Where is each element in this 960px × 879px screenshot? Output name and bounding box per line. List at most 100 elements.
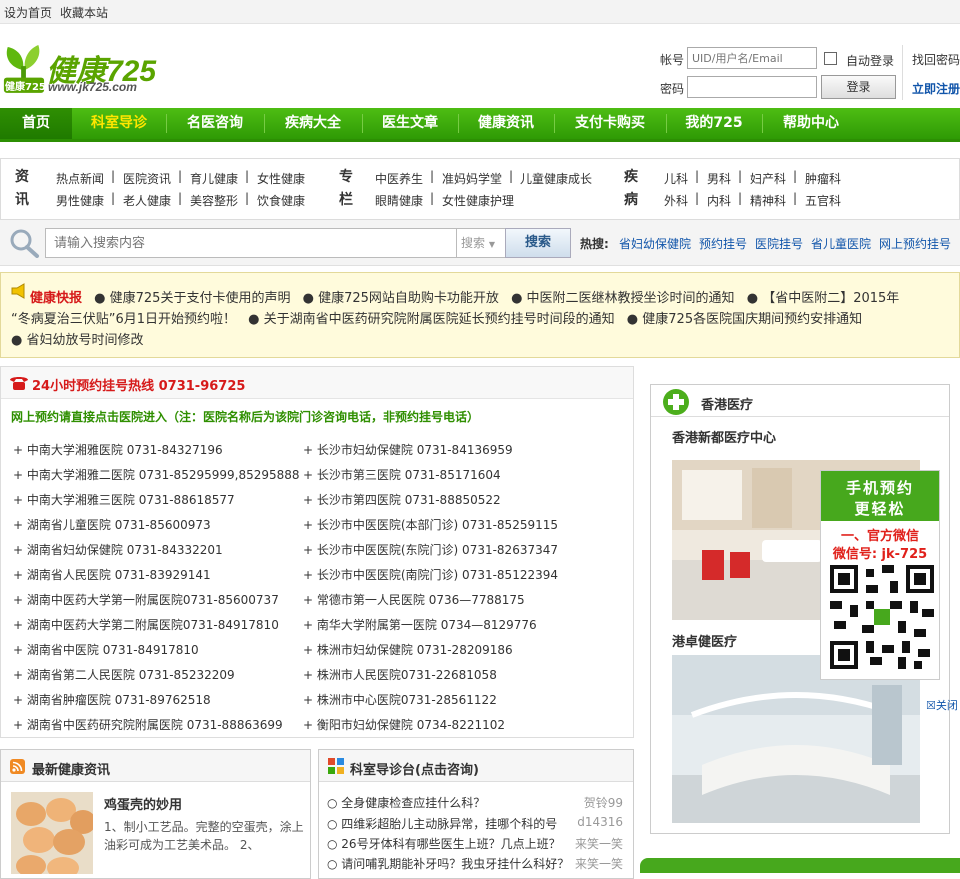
hospital-link[interactable]: + 湖南省中医药研究院附属医院 0731-88863699: [13, 716, 283, 733]
triage-user[interactable]: d14316: [577, 815, 623, 829]
news-item[interactable]: ● 健康725网站自助购卡功能开放: [303, 291, 499, 306]
hospital-name: 长沙市第四医院 0731-88850522: [316, 493, 501, 507]
hospital-link[interactable]: + 长沙市第四医院 0731-88850522: [303, 491, 501, 508]
search-scope-select[interactable]: 搜索 ▼: [456, 228, 506, 258]
news-item[interactable]: “冬病夏治三伏贴”6月1日开始预约啦！: [11, 312, 236, 327]
col-women-care[interactable]: 女性健康护理: [442, 192, 514, 209]
account-label: 帐号: [660, 53, 685, 67]
nav-home[interactable]: 首页: [0, 108, 72, 139]
nav-buy-card[interactable]: 支付卡购买: [554, 108, 666, 139]
hot-term[interactable]: 网上预约挂号: [879, 235, 951, 252]
nav-department-guide[interactable]: 科室导诊: [72, 108, 166, 139]
hospital-link[interactable]: + 中南大学湘雅二医院 0731-85295999,85295888: [13, 466, 300, 483]
triage-user[interactable]: 贺铃99: [584, 794, 623, 811]
hospital-link[interactable]: + 株洲市人民医院0731-22681058: [303, 666, 497, 683]
hospital-link[interactable]: + 长沙市中医医院(东院门诊) 0731-82637347: [303, 541, 558, 558]
hot-term[interactable]: 省儿童医院: [811, 235, 871, 252]
hot-term[interactable]: 预约挂号: [699, 235, 747, 252]
login-button[interactable]: 登录: [821, 75, 896, 99]
hospital-name: 株洲市人民医院0731-22681058: [316, 668, 497, 682]
register-link[interactable]: 立即注册: [912, 80, 960, 97]
nav-doctor-consult[interactable]: 名医咨询: [166, 108, 264, 139]
cat-women-health[interactable]: 女性健康: [257, 170, 305, 187]
dis-internal[interactable]: 内科: [707, 192, 731, 209]
triage-question[interactable]: ○ 请问哺乳期能补牙吗？我虫牙挂什么科好？: [327, 855, 569, 872]
hospital-link[interactable]: + 南华大学附属第一医院 0734—8129776: [303, 616, 537, 633]
cat-child-health[interactable]: 育儿健康: [190, 170, 238, 187]
center1-name[interactable]: 香港新都医疗中心: [672, 427, 776, 446]
news-item[interactable]: ● 【省中医附二】2015年: [747, 291, 900, 306]
hospital-link[interactable]: + 衡阳市妇幼保健院 0734-8221102: [303, 716, 505, 733]
search-input[interactable]: [45, 228, 457, 258]
site-logo[interactable]: 健康725 健康725 www.jk725.com: [0, 36, 160, 100]
hospital-link[interactable]: + 湖南省中医院 0731-84917810: [13, 641, 199, 658]
hospital-name: 中南大学湘雅医院 0731-84327196: [26, 443, 223, 457]
center2-name[interactable]: 港卓健医疗: [672, 631, 737, 650]
cat-diet-health[interactable]: 饮食健康: [257, 192, 305, 209]
news-item[interactable]: ● 中医附二医继林教授坐诊时间的通知: [511, 291, 735, 306]
nav-help[interactable]: 帮助中心: [762, 108, 860, 139]
account-input[interactable]: [687, 47, 817, 69]
hospital-link[interactable]: + 长沙市中医医院(南院门诊) 0731-85122394: [303, 566, 558, 583]
col-eye-health[interactable]: 眼睛健康: [375, 192, 423, 209]
hospital-link[interactable]: + 湖南省儿童医院 0731-85600973: [13, 516, 211, 533]
hospital-link[interactable]: + 湖南中医药大学第一附属医院0731-85600737: [13, 591, 279, 608]
set-home-link[interactable]: 设为首页: [4, 4, 52, 21]
hospital-link[interactable]: + 湖南省妇幼保健院 0731-84332201: [13, 541, 223, 558]
mobile-booking-ad[interactable]: 手机预约 更轻松 一、官方微信 微信号: jk-725: [820, 470, 940, 680]
hospital-link[interactable]: + 株洲市妇幼保健院 0731-28209186: [303, 641, 513, 658]
clinic-reception-image[interactable]: [672, 655, 920, 823]
dis-surgery[interactable]: 外科: [664, 192, 688, 209]
nav-doctor-articles[interactable]: 医生文章: [362, 108, 458, 139]
search-button[interactable]: 搜索: [505, 228, 571, 258]
hospital-link[interactable]: + 长沙市第三医院 0731-85171604: [303, 466, 501, 483]
triage-question[interactable]: ○ 四维彩超胎儿主动脉异常，挂哪个科的号: [327, 815, 557, 832]
triage-question[interactable]: ○ 全身健康检查应挂什么科？: [327, 794, 485, 811]
auto-login-checkbox[interactable]: [824, 52, 837, 65]
dis-psychiatry[interactable]: 精神科: [750, 192, 786, 209]
dis-obstetrics[interactable]: 妇产科: [750, 170, 786, 187]
article-title[interactable]: 鸡蛋壳的妙用: [104, 794, 182, 813]
hospital-link[interactable]: + 常德市第一人民医院 0736—7788175: [303, 591, 525, 608]
hospital-link[interactable]: + 中南大学湘雅三医院 0731-88618577: [13, 491, 235, 508]
logo-url: www.jk725.com: [48, 80, 137, 94]
triage-user[interactable]: 来笑一笑: [575, 855, 623, 872]
cat-beauty[interactable]: 美容整形: [190, 192, 238, 209]
password-input[interactable]: [687, 76, 817, 98]
hot-term[interactable]: 省妇幼保健院: [619, 235, 691, 252]
hospital-link[interactable]: + 湖南中医药大学第二附属医院0731-84917810: [13, 616, 279, 633]
dis-andrology[interactable]: 男科: [707, 170, 731, 187]
news-item[interactable]: ● 健康725关于支付卡使用的声明: [94, 291, 290, 306]
hospital-link[interactable]: + 湖南省第二人民医院 0731-85232209: [13, 666, 235, 683]
col-mom-school[interactable]: 准妈妈学堂: [442, 170, 502, 187]
col-child-growth[interactable]: 儿童健康成长: [520, 170, 592, 187]
hospital-link[interactable]: + 湖南省肿瘤医院 0731-89762518: [13, 691, 211, 708]
hospital-link[interactable]: + 长沙市中医医院(本部门诊) 0731-85259115: [303, 516, 558, 533]
col-tcm[interactable]: 中医养生: [375, 170, 423, 187]
bookmark-link[interactable]: 收藏本站: [60, 4, 108, 21]
hospital-link[interactable]: + 中南大学湘雅医院 0731-84327196: [13, 441, 223, 458]
cat-hospital-news[interactable]: 医院资讯: [123, 170, 171, 187]
dis-pediatrics[interactable]: 儿科: [664, 170, 688, 187]
eggs-image[interactable]: [11, 792, 93, 874]
hospital-link[interactable]: + 湖南省人民医院 0731-83929141: [13, 566, 211, 583]
hospital-link[interactable]: + 株洲市中心医院0731-28561122: [303, 691, 497, 708]
cat-elder-health[interactable]: 老人健康: [123, 192, 171, 209]
cat-hot-news[interactable]: 热点新闻: [56, 170, 104, 187]
news-flash-box: 健康快报 ● 健康725关于支付卡使用的声明 ● 健康725网站自助购卡功能开放…: [0, 272, 960, 358]
nav-my-725[interactable]: 我的725: [666, 108, 762, 139]
hot-term[interactable]: 医院挂号: [755, 235, 803, 252]
hospital-link[interactable]: + 长沙市妇幼保健院 0731-84136959: [303, 441, 513, 458]
news-item[interactable]: ● 关于湖南省中医药研究院附属医院延长预约挂号时间段的通知: [248, 312, 615, 327]
triage-question[interactable]: ○ 26号牙体科有哪些医生上班？几点上班？: [327, 835, 561, 852]
news-item[interactable]: ● 省妇幼放号时间修改: [11, 333, 144, 348]
nav-health-news[interactable]: 健康资讯: [458, 108, 554, 139]
cat-men-health[interactable]: 男性健康: [56, 192, 104, 209]
dis-ent[interactable]: 五官科: [805, 192, 841, 209]
dis-oncology[interactable]: 肿瘤科: [805, 170, 841, 187]
ad-close-button[interactable]: ☒关闭: [926, 697, 958, 713]
news-item[interactable]: ● 健康725各医院国庆期间预约安排通知: [627, 312, 862, 327]
find-password-link[interactable]: 找回密码: [912, 51, 960, 68]
nav-diseases[interactable]: 疾病大全: [264, 108, 362, 139]
triage-user[interactable]: 来笑一笑: [575, 835, 623, 852]
